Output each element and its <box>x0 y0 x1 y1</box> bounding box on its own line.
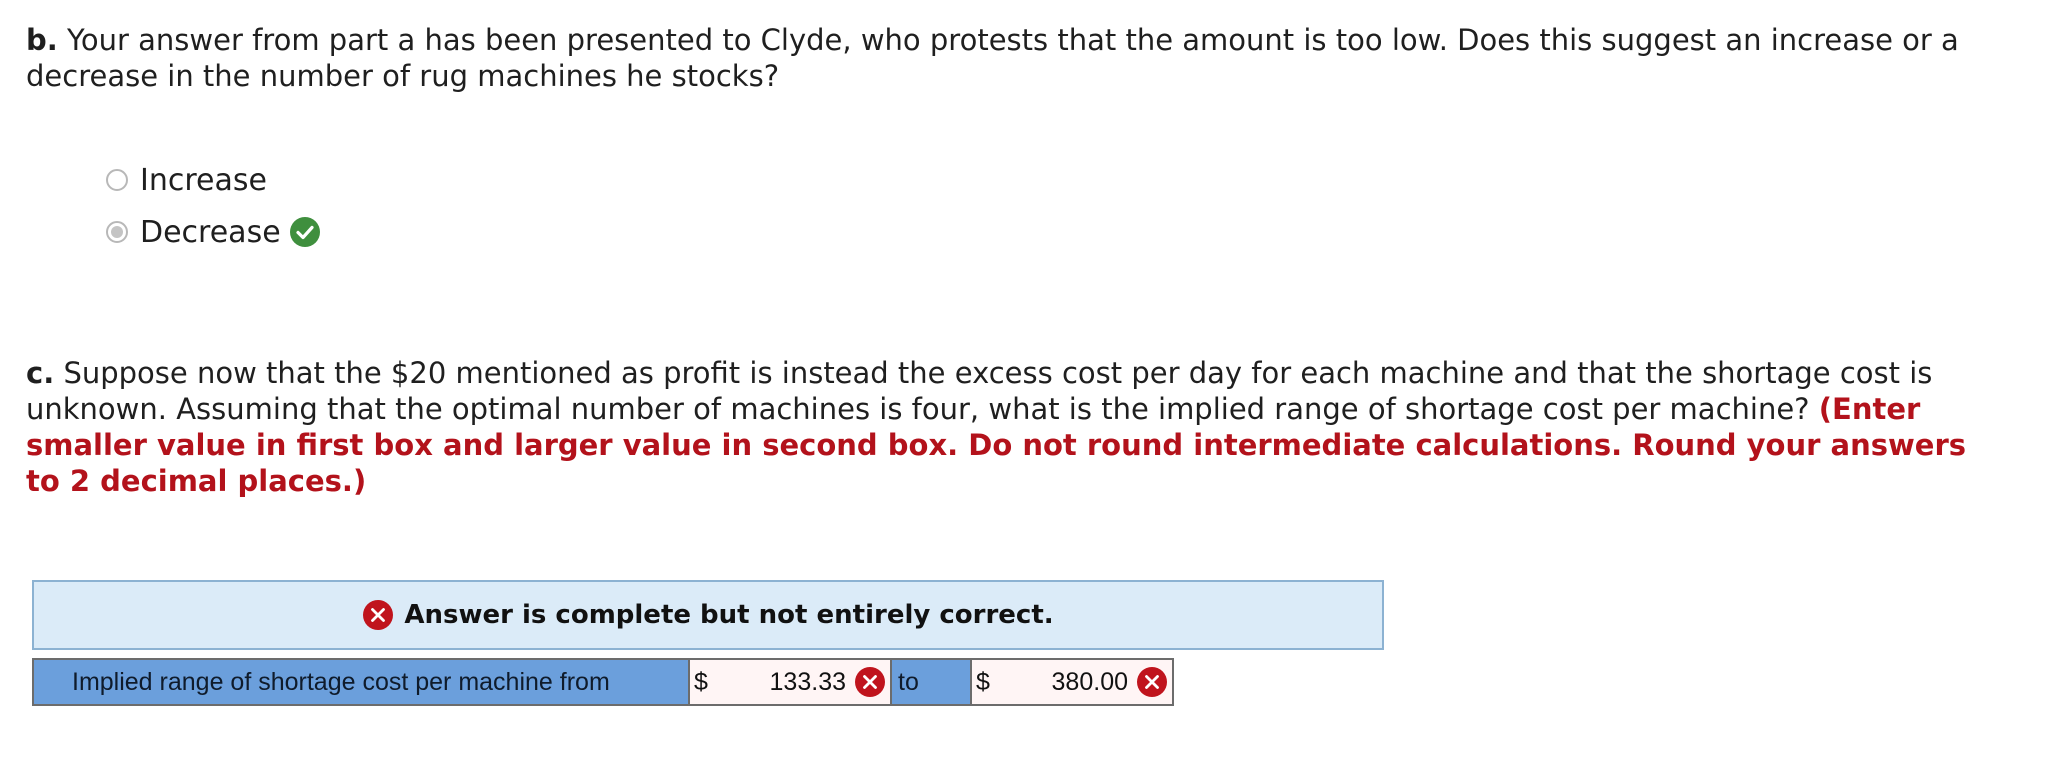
answer-input-high[interactable]: $ 380.00 <box>972 660 1172 704</box>
range-connector-label: to <box>890 660 972 704</box>
part-b-question-text: Your answer from part a has been present… <box>26 23 1959 93</box>
answer-input-low[interactable]: $ 133.33 <box>690 660 890 704</box>
value-high: 380.00 <box>1051 667 1128 696</box>
question-part-c: c. Suppose now that the $20 mentioned as… <box>26 355 1986 499</box>
option-increase-label: Increase <box>140 162 267 198</box>
x-circle-icon <box>363 600 394 630</box>
value-low: 133.33 <box>769 667 846 696</box>
part-c-question-text: Suppose now that the $20 mentioned as pr… <box>26 356 1933 426</box>
option-decrease[interactable]: Decrease <box>106 212 321 252</box>
answer-row-label: Implied range of shortage cost per machi… <box>34 660 690 704</box>
currency-symbol-high: $ <box>976 667 990 696</box>
currency-symbol-low: $ <box>694 667 708 696</box>
answer-row: Implied range of shortage cost per machi… <box>32 658 1174 706</box>
feedback-message: Answer is complete but not entirely corr… <box>404 600 1054 630</box>
incorrect-x-icon <box>1137 667 1167 697</box>
check-circle-icon <box>289 217 320 247</box>
radio-decrease[interactable] <box>106 221 128 243</box>
incorrect-x-icon <box>855 667 885 697</box>
option-increase[interactable]: Increase <box>106 160 267 200</box>
feedback-banner: Answer is complete but not entirely corr… <box>32 580 1384 650</box>
part-b-letter: b. <box>26 23 58 57</box>
part-c-letter: c. <box>26 356 55 390</box>
question-part-b: b. Your answer from part a has been pres… <box>26 22 1986 94</box>
option-decrease-label: Decrease <box>140 214 281 250</box>
radio-increase[interactable] <box>106 169 128 191</box>
